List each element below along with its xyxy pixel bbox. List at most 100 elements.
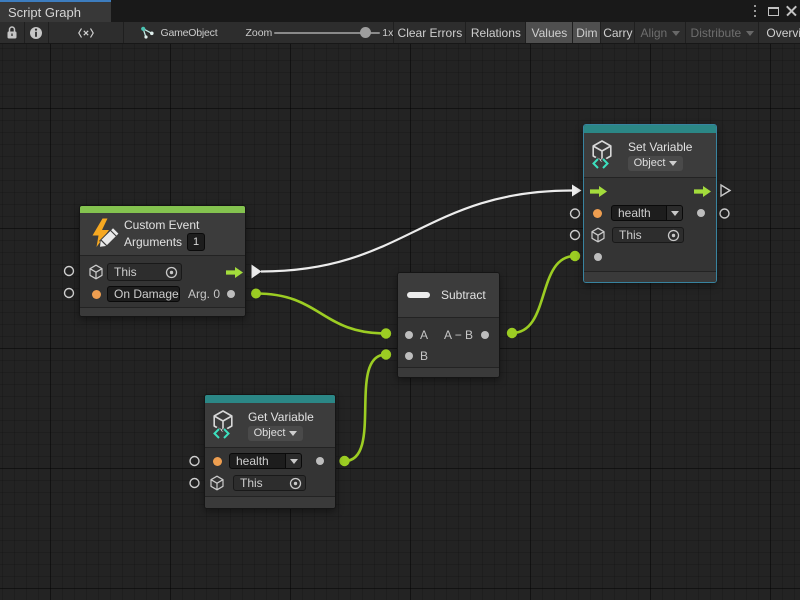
port-customevent-trigger-out[interactable] <box>252 265 262 279</box>
port-subtract-result-out[interactable] <box>507 328 517 338</box>
object-picker-icon[interactable] <box>667 229 680 242</box>
variable-kind-dropdown[interactable]: Object <box>248 426 303 441</box>
chevron-down-icon <box>671 211 679 216</box>
arg-output-label: Arg. 0 <box>188 287 220 301</box>
value-port-dot <box>316 457 324 465</box>
graph-canvas[interactable]: Custom Event Arguments 1 This <box>0 44 800 600</box>
close-icon <box>786 6 797 17</box>
node-footer <box>205 496 335 508</box>
trigger-out-arrow-icon <box>694 186 711 197</box>
port-setvariable-name-in[interactable] <box>571 209 580 218</box>
info-icon <box>29 26 43 40</box>
chevron-down-icon <box>290 459 298 464</box>
port-subtract-b-in[interactable] <box>381 349 391 359</box>
chevron-down-icon <box>669 161 677 166</box>
arguments-count-field[interactable]: 1 <box>187 233 205 251</box>
variable-name-dropdown[interactable]: health <box>611 205 683 221</box>
port-customevent-target-in[interactable] <box>65 267 74 276</box>
align-dropdown[interactable]: Align <box>635 22 686 43</box>
minus-icon <box>407 292 430 298</box>
port-setvariable-value-in[interactable] <box>570 251 580 261</box>
port-setvariable-value-out[interactable] <box>720 209 729 218</box>
gameobject-label: GameObject <box>161 27 218 39</box>
info-button[interactable] <box>25 22 50 43</box>
zoom-slider[interactable] <box>274 32 380 34</box>
wire-value-getvariable-to-subtract-b[interactable] <box>345 355 387 462</box>
chevron-down-icon <box>289 431 297 436</box>
event-name-field[interactable]: On Damage <box>107 286 180 302</box>
dropdown-caret-button[interactable] <box>666 206 682 220</box>
cube-icon <box>590 227 606 243</box>
node-body: A A − B B <box>398 317 499 367</box>
port-customevent-arg0-out[interactable] <box>251 289 261 299</box>
tab-script-graph[interactable]: Script Graph <box>0 0 111 22</box>
target-field[interactable]: This <box>107 263 182 281</box>
value-port-dot <box>697 209 705 217</box>
close-button[interactable] <box>782 2 800 20</box>
port-subtract-a-in[interactable] <box>381 328 391 338</box>
cube-code-icon <box>209 410 237 440</box>
object-picker-icon[interactable] <box>289 477 302 490</box>
zoom-value: 1x <box>382 27 393 39</box>
node-body: health This <box>205 447 335 496</box>
node-subtract[interactable]: Subtract A A − B B <box>397 272 500 378</box>
string-port-dot <box>92 290 101 299</box>
string-port-dot <box>213 457 222 466</box>
zoom-slider-thumb[interactable] <box>360 27 371 38</box>
wire-value-subtract-to-setvariable[interactable] <box>512 256 575 333</box>
node-custom-event[interactable]: Custom Event Arguments 1 This <box>79 205 246 317</box>
edit-graph-button[interactable] <box>49 22 124 43</box>
string-port-dot <box>593 209 602 218</box>
zoom-slider-wrap <box>272 32 380 34</box>
code-brackets-icon <box>78 28 94 38</box>
wire-value-arg0-to-subtract-a[interactable] <box>256 294 386 334</box>
target-field[interactable]: This <box>233 475 306 491</box>
lock-icon <box>6 26 18 39</box>
variable-accent-bar <box>584 125 716 133</box>
kebab-menu-icon <box>754 5 756 17</box>
dropdown-caret-button[interactable] <box>285 454 301 468</box>
relations-button[interactable]: Relations <box>466 22 526 43</box>
cube-icon <box>88 264 104 280</box>
target-row: This <box>584 224 716 246</box>
trigger-row <box>584 180 716 202</box>
overview-button[interactable]: Overview <box>759 22 800 43</box>
port-getvariable-value-out[interactable] <box>339 456 349 466</box>
carry-button[interactable]: Carry <box>601 22 635 43</box>
wire-control-customevent-to-setvariable[interactable] <box>261 191 572 272</box>
target-field[interactable]: This <box>612 227 684 243</box>
port-getvariable-name-in[interactable] <box>190 457 199 466</box>
lock-button[interactable] <box>0 22 25 43</box>
port-customevent-name-in[interactable] <box>65 289 74 298</box>
node-title-block: Custom Event Arguments 1 <box>124 218 205 251</box>
distribute-dropdown[interactable]: Distribute <box>686 22 759 43</box>
node-title: Subtract <box>441 288 486 302</box>
arguments-label: Arguments <box>124 235 182 249</box>
object-picker-icon[interactable] <box>165 266 178 279</box>
port-getvariable-target-in[interactable] <box>190 479 199 488</box>
port-setvariable-assign-in[interactable] <box>572 185 582 197</box>
node-title: Get Variable <box>248 410 314 424</box>
input-a-label: A <box>420 328 428 342</box>
clear-errors-button[interactable]: Clear Errors <box>393 22 466 43</box>
variable-name-dropdown[interactable]: health <box>229 453 302 469</box>
event-accent-bar <box>80 206 245 213</box>
node-title-block: Set Variable Object <box>628 140 692 171</box>
cube-code-icon <box>588 140 616 170</box>
port-setvariable-assigned-out[interactable] <box>721 185 730 196</box>
node-set-variable[interactable]: Set Variable Object <box>583 124 717 283</box>
input-b-row: B <box>398 345 499 366</box>
dim-toggle[interactable]: Dim <box>573 22 601 43</box>
window-menu-button[interactable] <box>746 2 764 20</box>
port-setvariable-target-in[interactable] <box>571 231 580 240</box>
node-get-variable[interactable]: Get Variable Object health <box>204 394 336 509</box>
maximize-button[interactable] <box>764 2 782 20</box>
node-title: Custom Event <box>124 218 205 232</box>
gameobject-reference[interactable]: GameObject <box>140 26 218 40</box>
input-b-label: B <box>420 349 428 363</box>
values-toggle[interactable]: Values <box>526 22 573 43</box>
node-footer <box>80 307 245 316</box>
input-value-row <box>584 246 716 268</box>
output-label: A − B <box>444 328 473 342</box>
variable-kind-dropdown[interactable]: Object <box>628 156 683 171</box>
